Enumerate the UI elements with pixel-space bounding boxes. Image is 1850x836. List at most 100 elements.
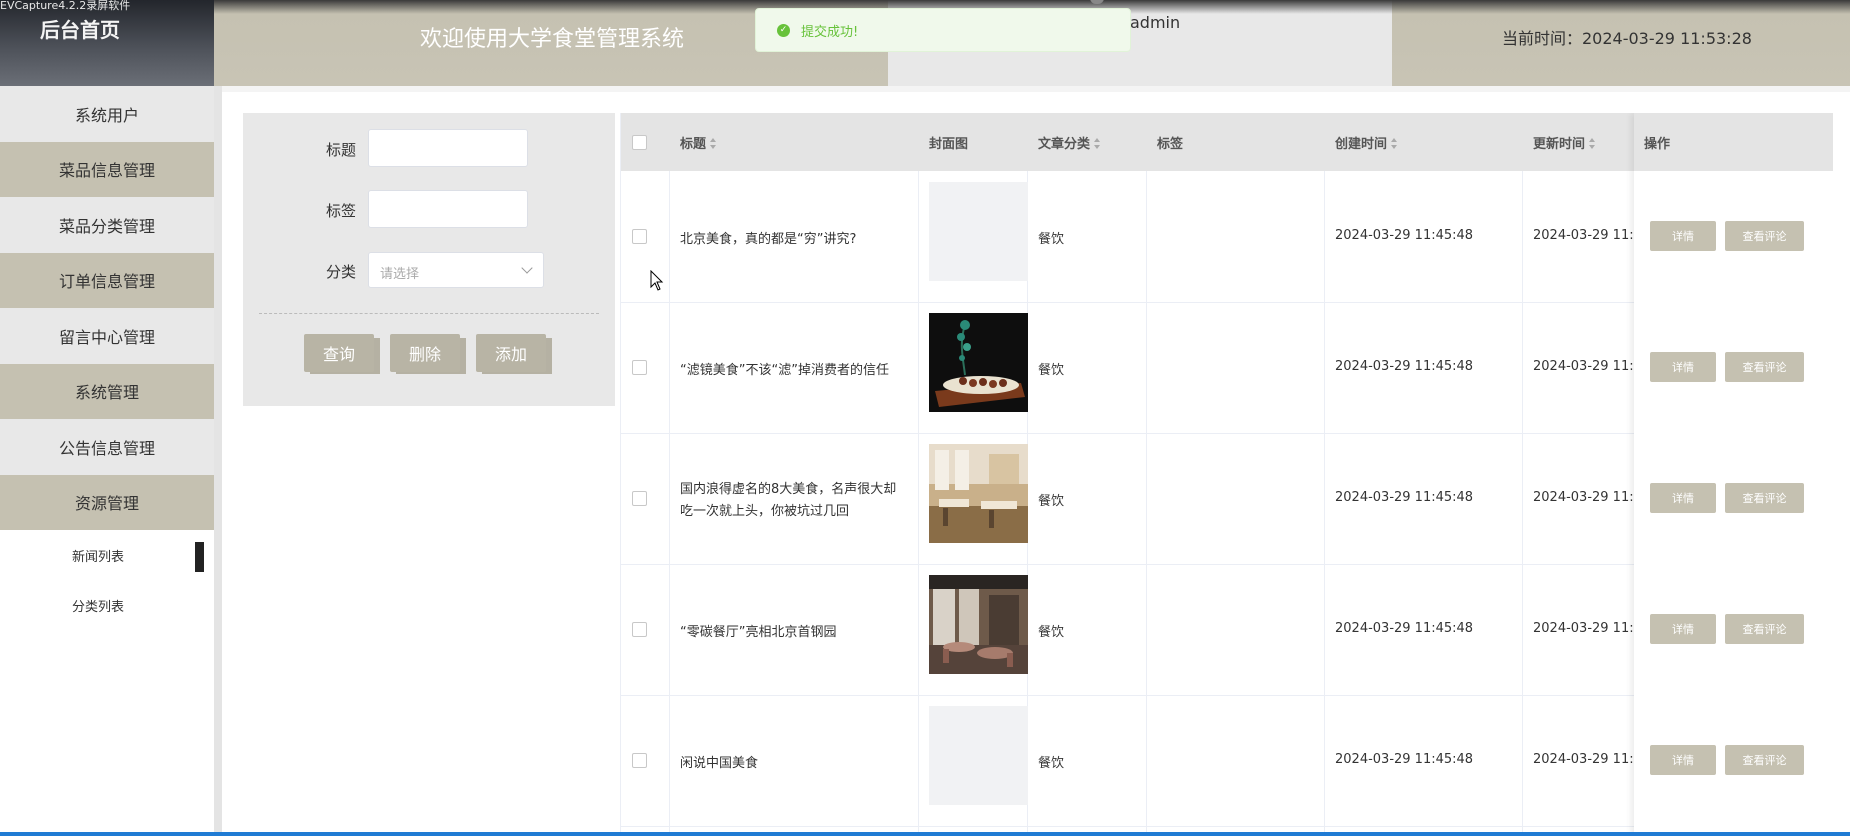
sidebar-item-label: 系统管理 xyxy=(74,383,139,403)
sidebar-subitem-category-list[interactable]: 分类列表 xyxy=(0,580,214,630)
sidebar-item-label: 订单信息管理 xyxy=(58,272,155,292)
sidebar-item-label: 资源管理 xyxy=(74,494,139,514)
column-tag: 标签 xyxy=(1157,133,1183,152)
sidebar-subitem-label: 分类列表 xyxy=(72,599,125,615)
view-comments-button[interactable]: 查看评论 xyxy=(1725,614,1804,644)
row-checkbox[interactable] xyxy=(632,229,647,244)
sort-icon[interactable] xyxy=(1589,137,1596,150)
check-circle-icon: ✓ xyxy=(777,23,790,37)
column-title[interactable]: 标题 xyxy=(680,133,717,152)
system-title: 欢迎使用大学食堂管理系统 xyxy=(420,27,685,52)
search-panel: 标题 标签 分类 请选择 查询 删除 添加 xyxy=(243,113,615,406)
row-updated: 2024-03-29 11:4 xyxy=(1533,752,1642,767)
row-updated: 2024-03-29 11:4 xyxy=(1533,621,1642,636)
home-link[interactable]: 后台首页 xyxy=(40,14,120,43)
row-title: “零碳餐厅”亮相北京首钢园 xyxy=(680,625,837,640)
row-updated: 2024-03-29 11:4 xyxy=(1533,228,1642,243)
cover-image xyxy=(929,575,1028,674)
sidebar-item-label: 系统用户 xyxy=(74,105,139,125)
current-time: 当前时间：2024-03-29 11:53:28 xyxy=(1502,29,1752,48)
row-category: 餐饮 xyxy=(1038,756,1065,771)
column-label: 封面图 xyxy=(929,137,969,152)
sidebar-item-notices[interactable]: 公告信息管理 xyxy=(0,419,214,475)
bottom-progress-bar xyxy=(0,832,1850,836)
row-category: 餐饮 xyxy=(1038,232,1065,247)
sort-icon[interactable] xyxy=(1094,137,1101,150)
restaurant-photo xyxy=(929,444,1028,543)
time-area: 当前时间：2024-03-29 11:53:28 xyxy=(1392,0,1850,86)
row-checkbox[interactable] xyxy=(632,622,647,637)
sidebar-item-system[interactable]: 系统管理 xyxy=(0,363,214,419)
sidebar-item-dish-categories[interactable]: 菜品分类管理 xyxy=(0,197,214,253)
sort-icon[interactable] xyxy=(1391,137,1398,150)
avatar[interactable] xyxy=(1090,0,1104,4)
view-comments-button[interactable]: 查看评论 xyxy=(1725,483,1804,513)
row-created: 2024-03-29 11:45:48 xyxy=(1335,621,1474,636)
delete-button[interactable]: 删除 xyxy=(390,334,460,372)
sidebar-item-label: 公告信息管理 xyxy=(58,438,155,458)
select-all-checkbox[interactable] xyxy=(632,135,647,150)
toast-message: 提交成功! xyxy=(801,24,859,40)
row-updated: 2024-03-29 11:4 xyxy=(1533,359,1642,374)
recorder-watermark: EVCapture4.2.2录屏软件 xyxy=(0,0,131,12)
cover-image xyxy=(929,444,1028,543)
column-cover: 封面图 xyxy=(929,133,968,152)
row-created: 2024-03-29 11:45:48 xyxy=(1335,490,1474,505)
row-category: 餐饮 xyxy=(1038,363,1065,378)
column-category[interactable]: 文章分类 xyxy=(1038,133,1101,152)
mouse-cursor-icon xyxy=(650,270,664,291)
cover-image xyxy=(929,313,1028,412)
row-created: 2024-03-29 11:45:48 xyxy=(1335,228,1474,243)
cover-image-placeholder xyxy=(929,182,1028,281)
detail-button[interactable]: 详情 xyxy=(1650,483,1716,513)
column-updated[interactable]: 更新时间 xyxy=(1533,133,1596,152)
row-checkbox[interactable] xyxy=(632,360,647,375)
row-category: 餐饮 xyxy=(1038,625,1065,640)
detail-button[interactable]: 详情 xyxy=(1650,745,1716,775)
column-label: 创建时间 xyxy=(1335,137,1388,152)
sidebar-item-label: 菜品分类管理 xyxy=(58,216,155,236)
view-comments-button[interactable]: 查看评论 xyxy=(1725,352,1804,382)
row-category: 餐饮 xyxy=(1038,494,1065,509)
row-updated: 2024-03-29 11:4 xyxy=(1533,490,1642,505)
sidebar-item-messages[interactable]: 留言中心管理 xyxy=(0,308,214,364)
row-title: 北京美食，真的都是“穷”讲究? xyxy=(680,232,857,247)
logo-area: EVCapture4.2.2录屏软件 后台首页 xyxy=(0,0,214,86)
view-comments-button[interactable]: 查看评论 xyxy=(1725,745,1804,775)
divider xyxy=(259,313,599,314)
restaurant-photo xyxy=(929,575,1028,674)
news-table: 标题 封面图 文章分类 标签 创建时间 更新时间 北京美食，真的都是“穷”讲究?… xyxy=(620,113,1833,836)
row-title: 国内浪得虚名的8大美食，名声很大却吃一次就上头，你被坑过几回 xyxy=(680,482,897,519)
sidebar-item-resources[interactable]: 资源管理 xyxy=(0,474,214,530)
column-label: 标题 xyxy=(680,137,707,152)
row-created: 2024-03-29 11:45:48 xyxy=(1335,359,1474,374)
add-button[interactable]: 添加 xyxy=(476,334,546,372)
sidebar-item-users[interactable]: 系统用户 xyxy=(0,86,214,142)
detail-button[interactable]: 详情 xyxy=(1650,221,1716,251)
user-name[interactable]: admin xyxy=(1130,13,1180,32)
sidebar-item-orders[interactable]: 订单信息管理 xyxy=(0,252,214,308)
column-created[interactable]: 创建时间 xyxy=(1335,133,1398,152)
chevron-down-icon xyxy=(521,262,533,274)
sidebar-subitem-news-list[interactable]: 新闻列表 xyxy=(0,530,214,580)
tag-input[interactable] xyxy=(368,190,528,228)
sidebar-item-dishes[interactable]: 菜品信息管理 xyxy=(0,141,214,197)
detail-button[interactable]: 详情 xyxy=(1650,352,1716,382)
operation-column: 操作 详情 查看评论 详情 查看评论 详情 查看评论 详情 查看评论 详情 查看… xyxy=(1634,113,1833,836)
title-input[interactable] xyxy=(368,129,528,167)
query-button[interactable]: 查询 xyxy=(304,334,374,372)
active-indicator xyxy=(195,542,204,572)
title-label: 标题 xyxy=(325,141,356,159)
cover-image-placeholder xyxy=(929,706,1028,805)
column-label: 标签 xyxy=(1157,137,1184,152)
sort-icon[interactable] xyxy=(710,137,717,150)
row-checkbox[interactable] xyxy=(632,753,647,768)
column-operation: 操作 xyxy=(1644,137,1671,152)
category-select[interactable]: 请选择 xyxy=(368,252,544,288)
detail-button[interactable]: 详情 xyxy=(1650,614,1716,644)
column-label: 文章分类 xyxy=(1038,137,1091,152)
sidebar-item-label: 留言中心管理 xyxy=(58,327,155,347)
row-checkbox[interactable] xyxy=(632,491,647,506)
view-comments-button[interactable]: 查看评论 xyxy=(1725,221,1804,251)
sidebar-scrollbar[interactable] xyxy=(214,86,222,836)
